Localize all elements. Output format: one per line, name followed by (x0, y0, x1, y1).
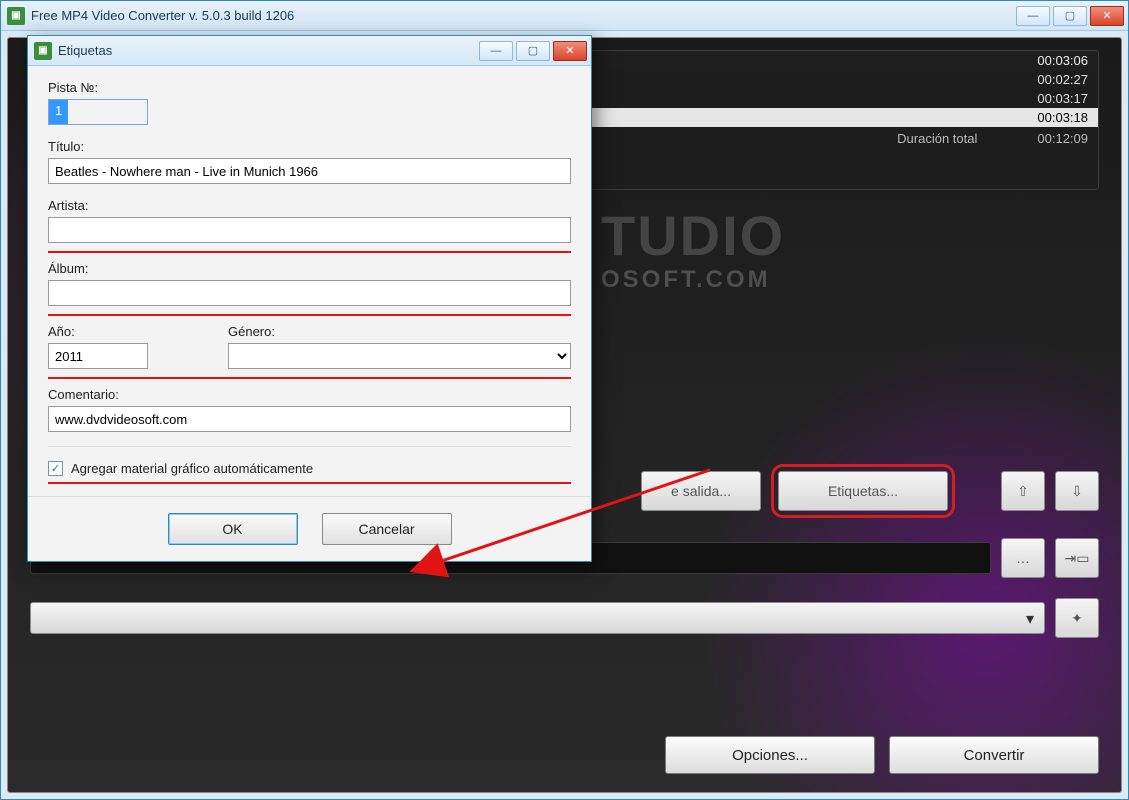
annotation-redline (48, 251, 571, 253)
comment-input[interactable] (48, 406, 571, 432)
options-button[interactable]: Opciones... (665, 736, 875, 774)
convert-button[interactable]: Convertir (889, 736, 1099, 774)
total-label: Duración total (897, 131, 977, 146)
auto-artwork-row: ✓ Agregar material gráfico automáticamen… (48, 446, 571, 480)
title-input[interactable] (48, 158, 571, 184)
auto-artwork-label: Agregar material gráfico automáticamente (71, 461, 313, 476)
open-folder-icon: ⇥▭ (1065, 550, 1090, 567)
dialog-close-button[interactable]: ✕ (553, 41, 587, 61)
preset-dropdown[interactable] (30, 602, 1045, 634)
track-number-value: 1 (49, 100, 68, 124)
dialog-titlebar: ▣ Etiquetas — ▢ ✕ (28, 36, 591, 66)
annotation-redline (48, 482, 571, 484)
main-window-title: Free MP4 Video Converter v. 5.0.3 build … (31, 8, 1010, 23)
minimize-button[interactable]: — (1016, 6, 1050, 26)
brand-watermark: TUDIO OSOFT.COM (601, 208, 1081, 292)
label-ano: Año: (48, 324, 168, 339)
preset-row: ✦ (30, 598, 1099, 638)
dialog-maximize-button[interactable]: ▢ (516, 41, 550, 61)
app-icon: ▣ (34, 42, 52, 60)
wand-icon: ✦ (1071, 610, 1083, 627)
open-folder-button[interactable]: ⇥▭ (1055, 538, 1099, 578)
etiquetas-button[interactable]: Etiquetas... (778, 471, 948, 511)
browse-button[interactable]: … (1001, 538, 1045, 578)
dialog-minimize-button[interactable]: — (479, 41, 513, 61)
label-artista: Artista: (48, 198, 571, 213)
annotation-redline (48, 314, 571, 316)
artist-input[interactable] (48, 217, 571, 243)
label-album: Álbum: (48, 261, 571, 276)
field-titulo: Título: (48, 139, 571, 184)
etiquetas-dialog: ▣ Etiquetas — ▢ ✕ Pista №: 1 Título: Art… (27, 35, 592, 562)
output-folder-button[interactable]: e salida... (641, 471, 761, 511)
genre-select[interactable] (228, 343, 571, 369)
move-up-button[interactable]: ⇧ (1001, 471, 1045, 511)
close-button[interactable]: ✕ (1090, 6, 1124, 26)
main-titlebar: ▣ Free MP4 Video Converter v. 5.0.3 buil… (1, 1, 1128, 31)
album-input[interactable] (48, 280, 571, 306)
preset-wizard-button[interactable]: ✦ (1055, 598, 1099, 638)
duration-cell: 00:03:18 (1037, 110, 1088, 125)
field-ano: Año: (48, 324, 168, 369)
duration-cell: 00:03:06 (1037, 53, 1088, 68)
app-icon: ▣ (7, 7, 25, 25)
auto-artwork-checkbox[interactable]: ✓ (48, 461, 63, 476)
ok-button[interactable]: OK (168, 513, 298, 545)
label-comentario: Comentario: (48, 387, 571, 402)
maximize-button[interactable]: ▢ (1053, 6, 1087, 26)
annotation-redline (48, 377, 571, 379)
duration-cell: 00:03:17 (1037, 91, 1088, 106)
move-down-button[interactable]: ⇩ (1055, 471, 1099, 511)
label-titulo: Título: (48, 139, 571, 154)
field-genero: Género: (228, 324, 571, 369)
label-genero: Género: (228, 324, 571, 339)
dialog-footer: OK Cancelar (28, 496, 591, 561)
label-pista: Pista №: (48, 80, 571, 95)
year-input[interactable] (48, 343, 148, 369)
field-artista: Artista: (48, 198, 571, 243)
etiquetas-highlight: Etiquetas... (771, 464, 955, 518)
track-number-input[interactable]: 1 (48, 99, 148, 125)
field-album: Álbum: (48, 261, 571, 306)
total-value: 00:12:09 (1037, 131, 1088, 146)
field-comentario: Comentario: (48, 387, 571, 432)
duration-cell: 00:02:27 (1037, 72, 1088, 87)
dialog-title: Etiquetas (58, 43, 473, 58)
footer-row: Opciones... Convertir (665, 736, 1099, 774)
dialog-body: Pista №: 1 Título: Artista: Álbum: Año: (28, 66, 591, 496)
field-pista: Pista №: 1 (48, 80, 571, 125)
cancel-button[interactable]: Cancelar (322, 513, 452, 545)
